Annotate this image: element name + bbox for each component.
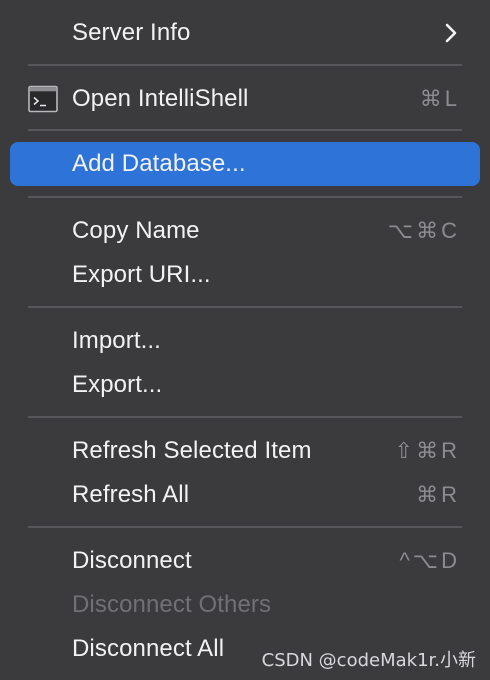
watermark: CSDN @codeMak1r.小新 bbox=[261, 650, 476, 671]
menu-item-disconnect[interactable]: Disconnect ^⌥D bbox=[10, 539, 480, 583]
menu-separator bbox=[28, 306, 462, 308]
menu-item-export-uri[interactable]: Export URI... bbox=[10, 253, 480, 297]
menu-item-label: Import... bbox=[72, 327, 161, 354]
menu-item-label: Disconnect Others bbox=[72, 591, 272, 618]
menu-separator bbox=[28, 64, 462, 66]
chevron-right-icon bbox=[445, 23, 457, 43]
menu-item-export[interactable]: Export... bbox=[10, 363, 480, 407]
menu-item-label: Disconnect All bbox=[72, 635, 225, 662]
menu-item-shortcut: ⌘R bbox=[416, 482, 460, 507]
menu-separator bbox=[28, 526, 462, 528]
menu-item-shortcut: ⌥⌘C bbox=[387, 218, 460, 243]
menu-separator bbox=[28, 196, 462, 198]
menu-item-refresh-selected[interactable]: Refresh Selected Item ⇧⌘R bbox=[10, 429, 480, 473]
menu-item-shortcut: ^⌥D bbox=[399, 548, 460, 573]
menu-item-label: Open IntelliShell bbox=[72, 85, 249, 112]
menu-item-open-intellishell[interactable]: Open IntelliShell ⌘L bbox=[10, 77, 480, 121]
menu-item-label: Add Database... bbox=[72, 150, 246, 177]
menu-item-server-info[interactable]: Server Info bbox=[10, 11, 480, 55]
menu-item-label: Server Info bbox=[72, 19, 191, 46]
menu-separator bbox=[28, 416, 462, 418]
menu-item-label: Export URI... bbox=[72, 261, 211, 288]
menu-item-label: Export... bbox=[72, 371, 163, 398]
menu-item-import[interactable]: Import... bbox=[10, 319, 480, 363]
menu-item-add-database[interactable]: Add Database... bbox=[10, 142, 480, 186]
menu-item-copy-name[interactable]: Copy Name ⌥⌘C bbox=[10, 209, 480, 253]
menu-item-refresh-all[interactable]: Refresh All ⌘R bbox=[10, 473, 480, 517]
context-menu: Server Info Open IntelliShell ⌘L Add Dat… bbox=[0, 0, 490, 680]
menu-item-label: Copy Name bbox=[72, 217, 200, 244]
menu-item-shortcut: ⌘L bbox=[419, 86, 460, 111]
menu-separator bbox=[28, 129, 462, 131]
terminal-icon bbox=[28, 85, 58, 113]
menu-item-shortcut: ⇧⌘R bbox=[394, 438, 460, 463]
menu-item-label: Refresh All bbox=[72, 481, 190, 508]
menu-item-label: Refresh Selected Item bbox=[72, 437, 312, 464]
menu-item-disconnect-others: Disconnect Others bbox=[10, 583, 480, 627]
menu-item-label: Disconnect bbox=[72, 547, 192, 574]
